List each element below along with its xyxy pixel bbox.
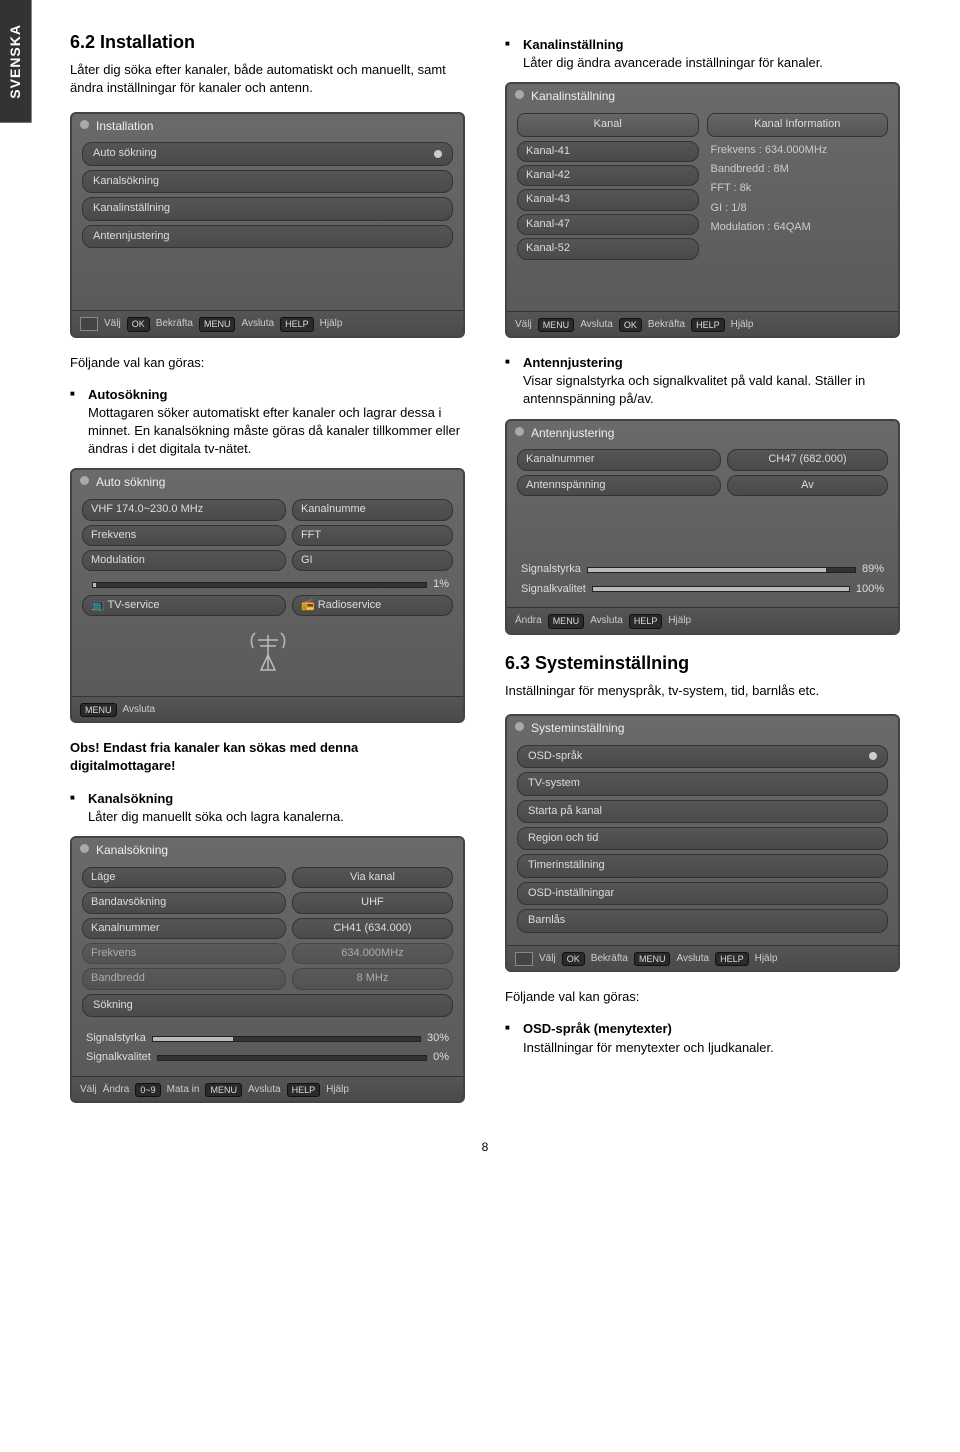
shot-footer: Ändra MENU Avsluta HELP Hjälp [507,607,898,633]
field-gi: GI [292,550,453,571]
help-key: HELP [280,317,314,332]
menu-key: MENU [80,703,117,718]
field-fft: FFT [292,525,453,546]
radio-indicator [434,150,442,158]
right-column: Kanalinställning Låter dig ändra avancer… [505,20,900,1119]
channel-row[interactable]: Kanal-42 [517,165,699,186]
shot-footer: Välj OK Bekräfta MENU Avsluta HELP Hjälp [507,945,898,971]
screenshot-kanalinstallning: Kanalinställning Kanal Kanal Information… [505,82,900,338]
col-info: Kanal Information [707,113,889,136]
radio-service: 📻 Radioservice [292,595,453,616]
shot-footer: Välj OK Bekräfta MENU Avsluta HELP Hjälp [72,310,463,336]
shot-title: Auto sökning [72,470,463,493]
heading-installation: 6.2 Installation [70,30,465,55]
screenshot-kanalsokning: Kanalsökning LägeVia kanal Bandavsökning… [70,836,465,1104]
signal-quality: Signalkvalitet100% [517,580,888,599]
field-kanalnum: Kanalnumme [292,499,453,520]
menu-key: MENU [199,317,236,332]
menu-item[interactable]: Timerinställning [517,854,888,877]
menu-item[interactable]: OSD-inställningar [517,882,888,905]
col-kanal: Kanal [517,113,699,136]
bullet-antennjustering: Antennjustering Visar signalstyrka och s… [505,354,900,409]
menu-item[interactable]: Barnlås [517,909,888,932]
page-number: 8 [70,1139,900,1156]
field-frekvens: Frekvens [82,943,286,964]
shot-title: Systeminställning [507,716,898,739]
sokning-button[interactable]: Sökning [82,994,453,1017]
menu-item-kanalinst[interactable]: Kanalinställning [82,197,453,220]
info-line: Modulation : 64QAM [707,218,889,237]
info-line: Bandbredd : 8M [707,160,889,179]
signal-quality: Signalkvalitet0% [82,1048,453,1067]
field-modulation: Modulation [82,550,286,571]
menu-item-kanalsok[interactable]: Kanalsökning [82,170,453,193]
field-antennsp[interactable]: Antennspänning [517,475,721,496]
bullet-kanalinstallning: Kanalinställning Låter dig ändra avancer… [505,36,900,72]
field-bandbredd: Bandbredd [82,968,286,989]
sys-body: Inställningar för menyspråk, tv-system, … [505,682,900,700]
left-column: 6.2 Installation Låter dig söka efter ka… [70,20,465,1119]
info-line: Frekvens : 634.000MHz [707,141,889,160]
field-lage[interactable]: Läge [82,867,286,888]
menu-item-antenn[interactable]: Antennjustering [82,225,453,248]
channel-row[interactable]: Kanal-41 [517,141,699,162]
menu-item[interactable]: Region och tid [517,827,888,850]
channel-row[interactable]: Kanal-43 [517,189,699,210]
field-vhf: VHF 174.0~230.0 MHz [82,499,286,520]
signal-strength: Signalstyrka89% [517,560,888,579]
heading-systeminstallning: 6.3 Systeminställning [505,651,900,676]
tv-service: 📺 TV-service [82,595,286,616]
field-kanalnr[interactable]: Kanalnummer [82,918,286,939]
following-text: Följande val kan göras: [70,354,465,372]
intro-text: Låter dig söka efter kanaler, både autom… [70,61,465,97]
menu-item-auto[interactable]: Auto sökning [82,142,453,165]
shot-footer: Välj Ändra 0~9 Mata in MENU Avsluta HELP… [72,1076,463,1102]
bullet-osd-sprak: OSD-språk (menytexter) Inställningar för… [505,1020,900,1056]
menu-item[interactable]: OSD-språk [517,745,888,768]
screenshot-systeminstallning: Systeminställning OSD-språk TV-system St… [505,714,900,972]
following-text-2: Följande val kan göras: [505,988,900,1006]
bullet-autosokning: Autosökning Mottagaren söker automatiskt… [70,386,465,459]
screenshot-autosokning: Auto sökning VHF 174.0~230.0 MHz Kanalnu… [70,468,465,723]
shot-footer: Välj MENU Avsluta OK Bekräfta HELP Hjälp [507,311,898,337]
shot-title: Kanalsökning [72,838,463,861]
field-frekvens: Frekvens [82,525,286,546]
menu-item[interactable]: TV-system [517,772,888,795]
antenna-icon [82,620,453,687]
shot-title: Antennjustering [507,421,898,444]
screenshot-installation: Installation Auto sökning Kanalsökning K… [70,112,465,338]
nav-icon [80,317,98,331]
signal-strength: Signalstyrka30% [82,1029,453,1048]
radio-indicator [869,752,877,760]
screenshot-antennjustering: Antennjustering KanalnummerCH47 (682.000… [505,419,900,635]
menu-item[interactable]: Starta på kanal [517,800,888,823]
info-line: GI : 1/8 [707,199,889,218]
bullet-kanalsokning: Kanalsökning Låter dig manuellt söka och… [70,790,465,826]
channel-row[interactable]: Kanal-52 [517,238,699,259]
obs-text: Obs! Endast fria kanaler kan sökas med d… [70,739,465,775]
info-line: FFT : 8k [707,179,889,198]
nav-icon [515,952,533,966]
ok-key: OK [127,317,150,332]
side-tab: SVENSKA [0,0,32,123]
shot-title: Kanalinställning [507,84,898,107]
field-band[interactable]: Bandavsökning [82,892,286,913]
channel-row[interactable]: Kanal-47 [517,214,699,235]
shot-footer: MENU Avsluta [72,696,463,722]
shot-title: Installation [72,114,463,137]
scan-progress: 1% [82,575,453,594]
field-kanalnr[interactable]: Kanalnummer [517,449,721,470]
